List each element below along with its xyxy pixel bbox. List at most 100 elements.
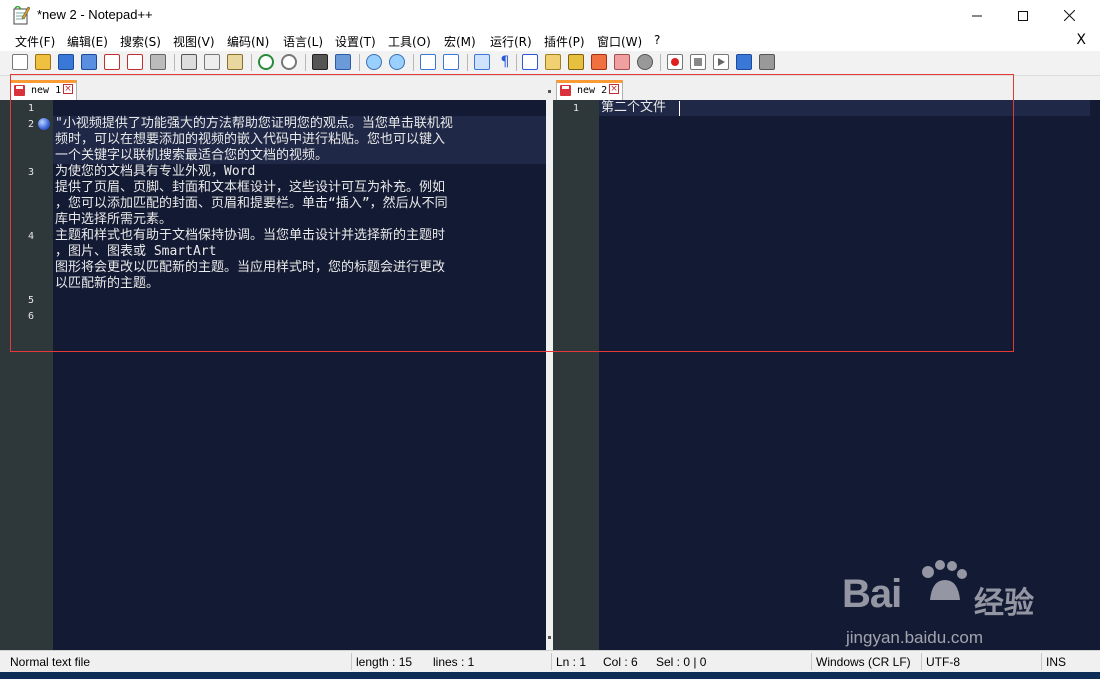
- line-number: 6: [28, 311, 35, 322]
- code-line: 库中选择所需元素。: [55, 212, 173, 227]
- zoom-in-icon[interactable]: [366, 54, 382, 70]
- undo-icon[interactable]: [258, 54, 274, 70]
- menu-file[interactable]: 文件(F): [15, 33, 55, 50]
- menu-tools[interactable]: 工具(O): [388, 33, 431, 50]
- code-line: 第二个文件: [601, 100, 667, 115]
- line-number: 4: [28, 231, 35, 242]
- pane-splitter[interactable]: [546, 76, 553, 650]
- maximize-icon: [1018, 10, 1028, 21]
- close-all-icon[interactable]: [127, 54, 143, 70]
- line-number: 5: [28, 295, 35, 306]
- cursor-col: Col : 6: [603, 655, 638, 669]
- save-all-icon[interactable]: [81, 54, 97, 70]
- close-icon[interactable]: [104, 54, 120, 70]
- taskbar-strip: [0, 672, 1100, 679]
- doc-length: length : 15: [356, 655, 413, 669]
- close-document-button[interactable]: X: [1076, 32, 1086, 48]
- tab-new-2[interactable]: new 2 ×: [556, 80, 623, 100]
- play-macro-icon[interactable]: [713, 54, 729, 70]
- minimize-button[interactable]: [954, 0, 1000, 31]
- menu-view[interactable]: 视图(V): [173, 33, 215, 50]
- menu-language[interactable]: 语言(L): [283, 33, 323, 50]
- tab-new-1[interactable]: new 1 ×: [10, 80, 77, 100]
- save-icon[interactable]: [58, 54, 74, 70]
- selection-info: Sel : 0 | 0: [656, 655, 707, 669]
- function-list-icon[interactable]: [568, 54, 584, 70]
- file-type: Normal text file: [10, 655, 91, 669]
- menu-help[interactable]: ?: [654, 33, 660, 47]
- code-line: 主题和样式也有助于文档保持协调。当您单击设计并选择新的主题时: [55, 228, 446, 243]
- line-number-gutter: [0, 100, 53, 650]
- tab-close-icon[interactable]: ×: [609, 84, 619, 94]
- word-wrap-icon[interactable]: [474, 54, 490, 70]
- menu-run[interactable]: 运行(R): [490, 33, 532, 50]
- find-icon[interactable]: [312, 54, 328, 70]
- line-number: 2: [28, 119, 35, 130]
- code-line: 频时，可以在想要添加的视频的嵌入代码中进行粘贴。您也可以键入: [55, 132, 446, 147]
- record-macro-icon[interactable]: [667, 54, 683, 70]
- baidu-watermark: Bai 经验 jingyan.baidu.com: [842, 560, 1092, 655]
- bookmark-icon[interactable]: [38, 118, 50, 130]
- print-icon[interactable]: [150, 54, 166, 70]
- open-file-icon[interactable]: [35, 54, 51, 70]
- doc-lines: lines : 1: [433, 655, 475, 669]
- saved-file-icon: [14, 85, 25, 96]
- insert-mode: INS: [1046, 655, 1067, 669]
- menu-edit[interactable]: 编辑(E): [67, 33, 108, 50]
- sync-horizontal-icon[interactable]: [443, 54, 459, 70]
- doc-switcher-icon[interactable]: [637, 54, 653, 70]
- watermark-brand: Bai: [842, 572, 902, 616]
- menu-settings[interactable]: 设置(T): [335, 33, 376, 50]
- close-button[interactable]: [1046, 0, 1092, 31]
- code-line: 一个关键字以联机搜索最适合您的文档的视频。: [55, 148, 329, 163]
- folder-workspace-icon[interactable]: [591, 54, 607, 70]
- encoding[interactable]: UTF-8: [926, 655, 960, 669]
- save-macro-icon[interactable]: [759, 54, 775, 70]
- cut-icon[interactable]: [181, 54, 197, 70]
- line-number-gutter: [553, 100, 599, 650]
- redo-icon[interactable]: [281, 54, 297, 70]
- tab-close-icon[interactable]: ×: [63, 84, 73, 94]
- replace-icon[interactable]: [335, 54, 351, 70]
- cursor-line: Ln : 1: [556, 655, 587, 669]
- notepadpp-window: *new 2 - Notepad++ 文件(F) 编辑(E) 搜索(S) 视图(…: [0, 0, 1100, 679]
- line-number: 1: [573, 103, 580, 114]
- maximize-button[interactable]: [1000, 0, 1046, 31]
- document-map-icon[interactable]: [545, 54, 561, 70]
- right-tab-bar: new 2 ×: [553, 76, 1100, 100]
- code-line: 图形将会更改以匹配新的主题。当应用样式时，您的标题会进行更改: [55, 260, 446, 275]
- close-icon: [1063, 10, 1075, 21]
- menu-macro[interactable]: 宏(M): [444, 33, 476, 50]
- text-cursor: [679, 101, 680, 116]
- show-all-chars-icon[interactable]: ¶: [497, 54, 513, 70]
- tab-label: new 1: [31, 85, 62, 96]
- tab-label: new 2: [577, 85, 608, 96]
- stop-macro-icon[interactable]: [690, 54, 706, 70]
- new-file-icon[interactable]: [12, 54, 28, 70]
- zoom-out-icon[interactable]: [389, 54, 405, 70]
- indent-guide-icon[interactable]: [522, 54, 538, 70]
- toolbar: ¶: [0, 51, 1100, 76]
- notepadpp-logo-icon: [13, 6, 30, 25]
- menu-window[interactable]: 窗口(W): [597, 33, 642, 50]
- line-number: 3: [28, 167, 35, 178]
- run-macro-multiple-icon[interactable]: [736, 54, 752, 70]
- code-line: 为使您的文档具有专业外观，Word: [55, 164, 256, 179]
- copy-icon[interactable]: [204, 54, 220, 70]
- code-line: 提供了页眉、页脚、封面和文本框设计，这些设计可互为补充。例如: [55, 180, 446, 195]
- menu-search[interactable]: 搜索(S): [120, 33, 161, 50]
- menu-plugins[interactable]: 插件(P): [544, 33, 585, 50]
- current-line-highlight: [599, 100, 1090, 116]
- menu-encoding[interactable]: 编码(N): [227, 33, 269, 50]
- code-line: ，您可以添加匹配的封面、页眉和提要栏。单击“插入”，然后从不同: [55, 196, 448, 211]
- code-line: ，图片、图表或 SmartArt: [55, 244, 217, 259]
- sync-vertical-icon[interactable]: [420, 54, 436, 70]
- left-editor[interactable]: 1 2 3 4 5 6 "小视频提供了功能强大的方法帮助您证明您的观点。当您单击…: [0, 100, 546, 650]
- monitor-icon[interactable]: [614, 54, 630, 70]
- title-bar: *new 2 - Notepad++: [0, 0, 1100, 31]
- eol-format[interactable]: Windows (CR LF): [816, 655, 911, 669]
- watermark-url: jingyan.baidu.com: [846, 628, 984, 647]
- paste-icon[interactable]: [227, 54, 243, 70]
- window-title: *new 2 - Notepad++: [37, 7, 153, 22]
- paw-logo-icon: [922, 560, 967, 600]
